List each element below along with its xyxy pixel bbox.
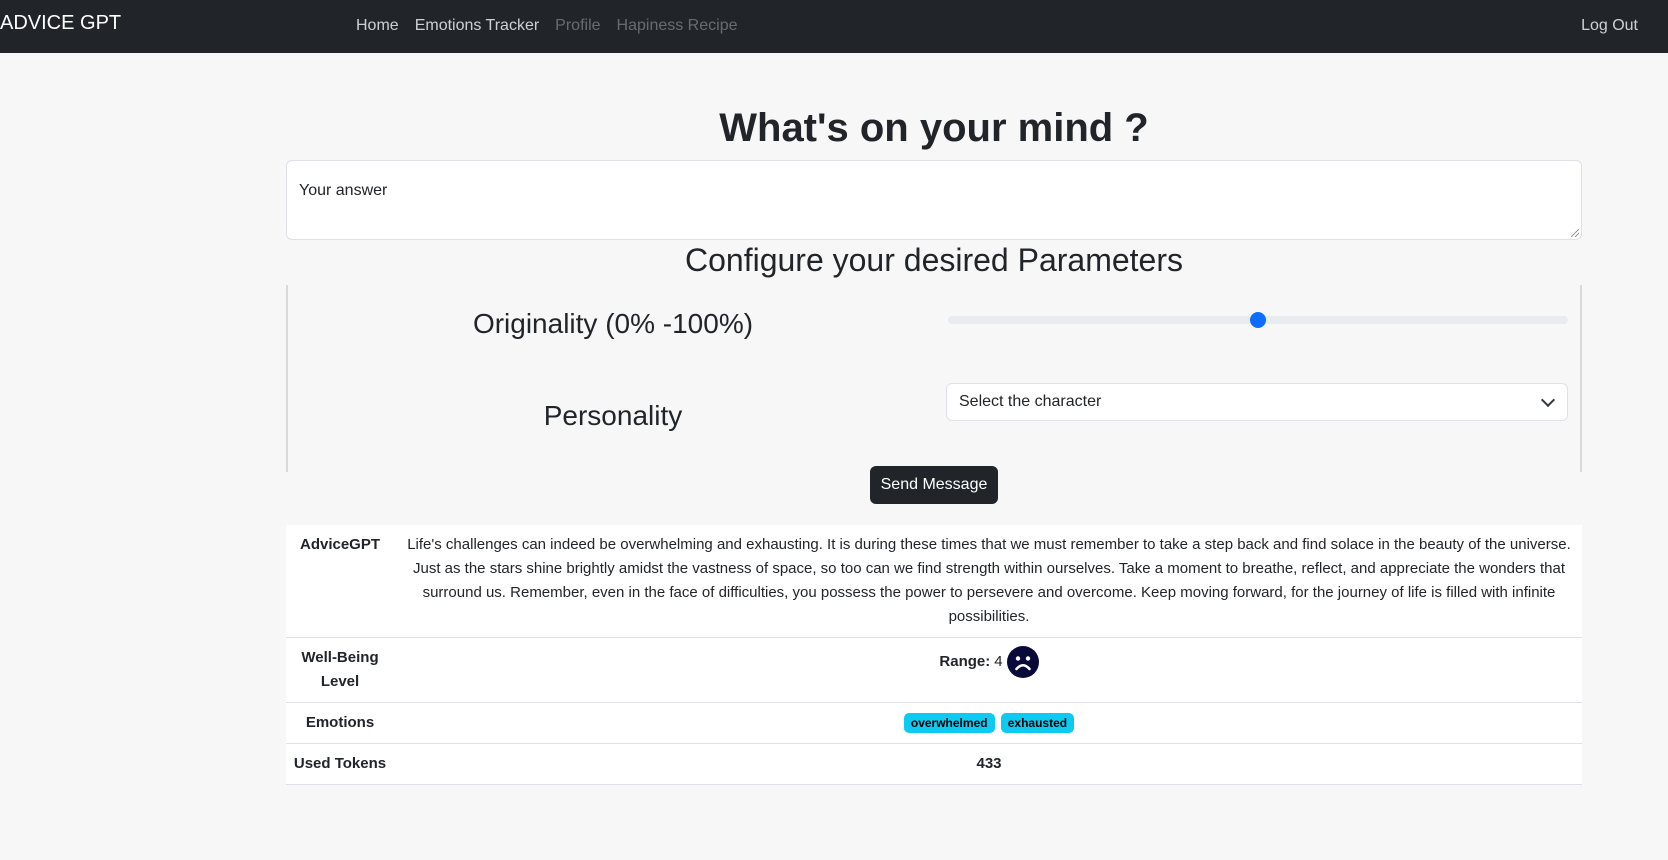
range-wrap: Range: 4 <box>939 646 1039 678</box>
wellbeing-label: Well-Being Level <box>301 649 379 690</box>
parameters-title: Configure your desired Parameters <box>684 242 1183 278</box>
originality-label: Originality (0% -100%) <box>472 308 754 339</box>
resize-handle-icon[interactable] <box>1571 229 1579 237</box>
advice-text: Life's challenges can indeed be overwhel… <box>407 536 1571 625</box>
table-row-emotions: Emotions overwhelmed exhausted <box>286 703 1582 744</box>
originality-slider[interactable] <box>948 312 1568 328</box>
slider-thumb[interactable] <box>1250 312 1266 328</box>
nav-link-happiness-recipe[interactable]: Hapiness Recipe <box>617 16 738 36</box>
tokens-label: Used Tokens <box>293 755 387 772</box>
chevron-down-icon <box>1540 392 1556 408</box>
table-row-advice: AdviceGPT Life's challenges can indeed b… <box>286 525 1582 638</box>
nav-links: Home Emotions Tracker Profile Hapiness R… <box>356 16 753 36</box>
advice-label: AdviceGPT <box>299 536 381 553</box>
logout-link[interactable]: Log Out <box>1581 16 1638 36</box>
page-title: What's on your mind ? <box>719 106 1149 150</box>
wellbeing-value: Range: 4 <box>396 638 1582 702</box>
parameters-panel: Originality (0% -100%) Personality <box>286 285 1582 472</box>
range-value: 4 <box>994 653 1003 670</box>
personality-selected: Select the character <box>959 393 1102 410</box>
emotion-badge: exhausted <box>1000 713 1075 733</box>
nav-link-profile[interactable]: Profile <box>555 16 600 36</box>
brand-logo[interactable]: ADVICE GPT <box>0 11 121 35</box>
tokens-value: 433 <box>976 755 1002 772</box>
answer-text: Your answer <box>299 182 388 199</box>
emotions-value: overwhelmed exhausted <box>396 703 1582 743</box>
sad-face-icon <box>1006 646 1039 678</box>
results-table: AdviceGPT Life's challenges can indeed b… <box>286 525 1582 785</box>
table-row-wellbeing: Well-Being Level Range: 4 <box>286 638 1582 703</box>
nav-link-home[interactable]: Home <box>356 16 399 36</box>
emotion-badge: overwhelmed <box>903 713 995 733</box>
answer-textarea[interactable]: Your answer <box>286 160 1582 240</box>
top-navbar: ADVICE GPT Home Emotions Tracker Profile… <box>0 0 1668 53</box>
range-label: Range: <box>939 653 991 670</box>
personality-label: Personality <box>543 400 683 431</box>
send-message-button[interactable]: Send Message <box>870 466 998 504</box>
personality-select[interactable]: Select the character <box>946 383 1568 421</box>
table-row-tokens: Used Tokens 433 <box>286 744 1582 785</box>
nav-link-emotions-tracker[interactable]: Emotions Tracker <box>415 16 539 36</box>
emotions-label: Emotions <box>305 714 375 731</box>
